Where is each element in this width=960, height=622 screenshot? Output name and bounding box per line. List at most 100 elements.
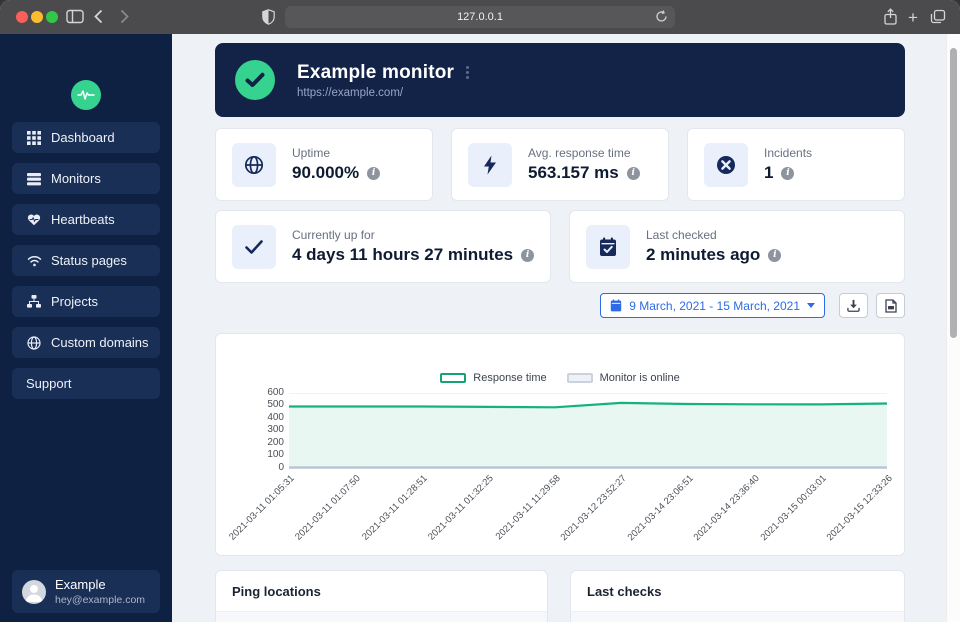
incidents-card: Incidents 1i (687, 128, 905, 201)
rows-icon (26, 171, 42, 187)
calendar-icon (611, 299, 622, 312)
uptime-duration-card: Currently up for 4 days 11 hours 27 minu… (215, 210, 551, 283)
info-icon[interactable]: i (367, 166, 381, 180)
sidebar-item-status-pages[interactable]: Status pages (12, 245, 160, 276)
sidebar-item-label: Dashboard (51, 130, 115, 145)
sidebar-item-label: Projects (51, 294, 98, 309)
stat-value: 90.000% (292, 163, 360, 182)
globe-icon (26, 335, 42, 351)
sidebar-item-projects[interactable]: Projects (12, 286, 160, 317)
sidebar-item-label: Monitors (51, 171, 101, 186)
grid-icon (26, 130, 42, 146)
response-chart-svg (289, 401, 887, 469)
back-icon[interactable] (94, 9, 103, 24)
download-icon (847, 299, 860, 312)
date-range-label: 9 March, 2021 - 15 March, 2021 (629, 298, 800, 313)
status-up-icon (235, 60, 275, 100)
bolt-icon (468, 142, 512, 187)
x-circle-icon (704, 142, 748, 187)
last-checks-title: Last checks (587, 584, 662, 599)
stat-value: 1 (764, 163, 774, 182)
app-logo[interactable] (71, 80, 101, 110)
info-icon[interactable]: i (768, 248, 782, 262)
new-tab-icon[interactable]: + (908, 8, 918, 28)
user-profile[interactable]: Example hey@example.com (12, 570, 160, 613)
ping-locations-card: Ping locations Location Avg. response ti… (215, 570, 548, 622)
check-icon (232, 224, 276, 269)
x-axis-tick: 2021-03-14 23:06:51 (625, 473, 696, 544)
date-range-button[interactable]: 9 March, 2021 - 15 March, 2021 (600, 293, 825, 318)
sidebar-item-label: Custom domains (51, 335, 149, 350)
legend-label: Monitor is online (599, 372, 680, 384)
privacy-shield-icon[interactable] (262, 9, 275, 25)
uptime-card: Uptime 90.000% i (215, 128, 433, 201)
chart-toolbar: 9 March, 2021 - 15 March, 2021 (215, 293, 905, 319)
chart-legend: Response time Monitor is online (216, 372, 904, 384)
stat-value: 4 days 11 hours 27 minutes (292, 245, 514, 264)
url-text: 127.0.0.1 (457, 11, 503, 23)
y-axis-tick: 400 (267, 412, 284, 423)
scrollbar-thumb[interactable] (950, 48, 957, 338)
share-icon[interactable] (883, 8, 898, 26)
ping-locations-header: Location Avg. response time (216, 611, 547, 622)
stat-value: 2 minutes ago (646, 245, 761, 264)
close-window-button[interactable] (16, 11, 28, 23)
sidebar-item-heartbeats[interactable]: Heartbeats (12, 204, 160, 235)
chevron-down-icon (807, 303, 815, 308)
globe-icon (232, 142, 276, 187)
download-button[interactable] (839, 293, 868, 318)
x-axis-tick: 2021-03-15 00:03:01 (758, 473, 829, 544)
forward-icon[interactable] (120, 9, 129, 24)
export-pdf-button[interactable] (876, 293, 905, 318)
scrollbar-track[interactable] (946, 34, 960, 622)
pulse-icon (77, 90, 95, 100)
zoom-window-button[interactable] (46, 11, 58, 23)
stat-label: Currently up for (292, 228, 375, 242)
sidebar-item-label: Support (26, 376, 72, 391)
avg-response-card: Avg. response time 563.157 ms i (451, 128, 669, 201)
wifi-icon (26, 253, 42, 269)
sidebar-item-support[interactable]: Support (12, 368, 160, 399)
sidebar-item-custom-domains[interactable]: Custom domains (12, 327, 160, 358)
sidebar-item-monitors[interactable]: Monitors (12, 163, 160, 194)
last-checked-card: Last checked 2 minutes ago i (569, 210, 905, 283)
legend-label: Response time (473, 372, 547, 384)
info-icon[interactable]: i (521, 248, 535, 262)
sitemap-icon (26, 294, 42, 310)
monitor-menu-icon[interactable] (466, 66, 470, 79)
y-axis-tick: 100 (267, 449, 284, 460)
main-content: Example monitor https://example.com/ Upt… (172, 34, 960, 622)
y-axis-tick: 0 (278, 462, 284, 473)
info-icon[interactable]: i (626, 166, 640, 180)
chart-plot-area[interactable] (289, 393, 887, 469)
last-checks-card: Last checks Status Response time Date (570, 570, 905, 622)
y-axis-tick: 500 (267, 399, 284, 410)
url-bar[interactable]: 127.0.0.1 (285, 6, 675, 28)
reload-icon[interactable] (655, 10, 668, 23)
last-checks-header: Status Response time Date (571, 611, 904, 622)
x-axis-tick: 2021-03-15 12:33:26 (824, 473, 895, 544)
x-axis-tick: 2021-03-12 23:52:27 (558, 473, 629, 544)
sidebar-item-label: Status pages (51, 253, 127, 268)
response-time-chart-card: Response time Monitor is online 600 500 … (215, 333, 905, 556)
stat-label: Last checked (646, 228, 717, 242)
legend-swatch-response-time (440, 373, 467, 383)
stat-label: Incidents (764, 146, 813, 160)
x-axis-tick: 2021-03-11 01:32:25 (426, 473, 497, 543)
sidebar-toggle-icon[interactable] (66, 9, 84, 24)
app-window: 127.0.0.1 + Dashboard Monitors Heartbeat… (0, 0, 960, 622)
info-icon[interactable]: i (781, 166, 795, 180)
sidebar-item-dashboard[interactable]: Dashboard (12, 122, 160, 153)
y-axis-tick: 200 (267, 437, 284, 448)
sidebar-item-label: Heartbeats (51, 212, 115, 227)
monitor-url: https://example.com/ (297, 86, 404, 99)
x-axis-tick: 2021-03-11 01:05:31 (227, 473, 297, 543)
tabs-overview-icon[interactable] (930, 9, 946, 24)
calendar-check-icon (586, 224, 630, 269)
minimize-window-button[interactable] (31, 11, 43, 23)
stat-value: 563.157 ms (528, 163, 619, 182)
stat-label: Avg. response time (528, 146, 631, 160)
x-axis-tick: 2021-03-14 23:36:40 (691, 473, 762, 544)
legend-swatch-online (566, 373, 593, 383)
avatar (22, 579, 46, 604)
